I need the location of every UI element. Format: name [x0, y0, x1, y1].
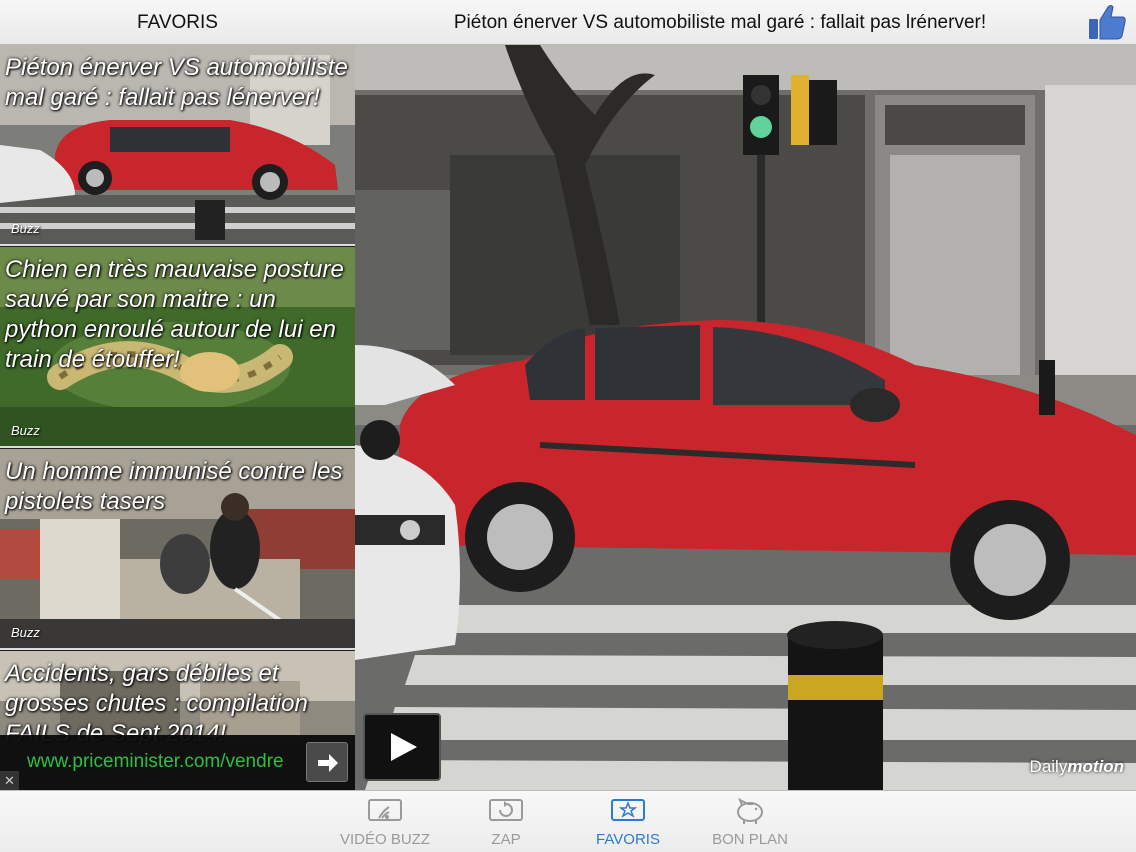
piggy-bank-icon: [737, 797, 763, 824]
list-item-category: Buzz: [11, 625, 40, 640]
ad-go-button[interactable]: [306, 742, 348, 782]
video-buzz-icon: [368, 799, 402, 821]
tab-bon-plan[interactable]: BON PLAN: [700, 797, 800, 851]
favorites-header-title: FAVORIS: [137, 12, 218, 33]
list-item-title: Chien en très mauvaise posture sauvé par…: [5, 256, 344, 373]
list-item[interactable]: Un homme immunisé contre les pistolets t…: [0, 449, 355, 650]
tab-label: ZAP: [491, 831, 521, 848]
dailymotion-logo: Dailymotion: [1029, 757, 1124, 776]
list-item-title: Un homme immunisé contre les pistolets t…: [5, 458, 343, 515]
tab-bar: VIDÉO BUZZ ZAP FAVORIS BON PLAN: [0, 790, 1136, 852]
ad-close-button[interactable]: ✕: [0, 771, 19, 790]
list-item-title: Piéton énerver VS automobiliste mal garé…: [5, 54, 348, 111]
list-item-category: Buzz: [11, 221, 40, 236]
tab-video-buzz[interactable]: VIDÉO BUZZ: [335, 797, 435, 851]
tab-zap[interactable]: ZAP: [456, 797, 556, 851]
play-icon: [391, 733, 417, 761]
play-button[interactable]: [363, 713, 441, 781]
ad-link-text[interactable]: www.priceminister.com/vendre: [27, 751, 284, 773]
list-item[interactable]: Piéton énerver VS automobiliste mal garé…: [0, 45, 355, 246]
tab-favoris[interactable]: FAVORIS: [578, 797, 678, 851]
video-player[interactable]: Dailymotion: [355, 45, 1136, 790]
favorites-list[interactable]: Piéton énerver VS automobiliste mal garé…: [0, 45, 355, 790]
ad-banner[interactable]: www.priceminister.com/vendre ✕: [0, 735, 355, 790]
tab-label: BON PLAN: [712, 831, 788, 848]
star-icon: [611, 799, 645, 821]
arrow-right-icon: [318, 754, 338, 772]
list-item[interactable]: Chien en très mauvaise posture sauvé par…: [0, 247, 355, 448]
like-thumbs-up-icon[interactable]: [1086, 3, 1128, 41]
list-item-category: Buzz: [11, 423, 40, 438]
refresh-icon: [489, 799, 523, 821]
tab-label: FAVORIS: [596, 831, 660, 848]
top-bar: FAVORIS Piéton énerver VS automobiliste …: [0, 0, 1136, 45]
tab-label: VIDÉO BUZZ: [339, 831, 430, 848]
video-title: Piéton énerver VS automobiliste mal garé…: [453, 12, 987, 33]
video-frame: [355, 45, 1136, 790]
